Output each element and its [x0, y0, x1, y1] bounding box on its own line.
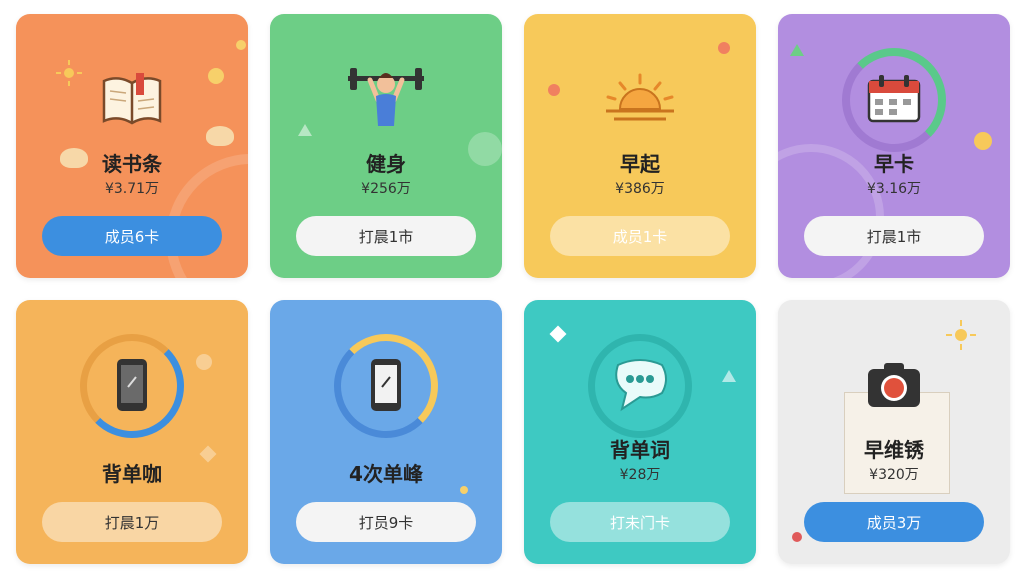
fitness-icon	[331, 44, 441, 154]
dot-decoration	[236, 40, 246, 50]
dot-decoration	[196, 354, 212, 370]
phone-icon	[331, 330, 441, 440]
habit-card-grid: 读书条 ¥3.71万 成员6卡 健身 ¥256万 打晨1市 早起 ¥386万 成…	[0, 0, 1024, 576]
dot-decoration	[548, 84, 560, 96]
sparkle-decoration	[549, 325, 567, 343]
book-icon	[77, 44, 187, 154]
card-action-button[interactable]: 打晨1万	[42, 502, 222, 542]
phone-icon	[77, 330, 187, 440]
triangle-decoration	[298, 124, 312, 136]
habit-card-vocabulary[interactable]: 背单咖 打晨1万	[16, 300, 248, 564]
card-action-button[interactable]: 打晨1市	[296, 216, 476, 256]
habit-card-camera[interactable]: 早维锈 ¥320万 成员3万	[778, 300, 1010, 564]
card-action-button[interactable]: 成员3万	[804, 502, 984, 542]
habit-card-phone[interactable]: 4次单峰 打员9卡	[270, 300, 502, 564]
card-title: 4次单峰	[349, 462, 423, 486]
sunrise-icon	[585, 44, 695, 154]
habit-card-fitness[interactable]: 健身 ¥256万 打晨1市	[270, 14, 502, 278]
card-action-button[interactable]: 打未门卡	[550, 502, 730, 542]
chat-icon	[585, 330, 695, 440]
card-title: 早起	[620, 152, 660, 176]
card-count: ¥3.16万	[866, 181, 922, 197]
habit-card-words[interactable]: 背单词 ¥28万 打未门卡	[524, 300, 756, 564]
card-title: 早维锈	[864, 438, 924, 462]
triangle-decoration	[722, 370, 736, 382]
card-count: ¥28万	[619, 467, 661, 483]
card-action-button[interactable]: 打晨1市	[804, 216, 984, 256]
camera-icon	[839, 330, 949, 440]
card-count: ¥386万	[615, 181, 665, 197]
card-count: ¥320万	[869, 467, 919, 483]
card-title: 读书条	[102, 152, 162, 176]
card-action-button[interactable]: 成员6卡	[42, 216, 222, 256]
sun-sparkle-decoration	[946, 320, 976, 350]
card-count: ¥256万	[361, 181, 411, 197]
card-count: ¥3.71万	[104, 181, 160, 197]
card-title: 早卡	[874, 152, 914, 176]
dot-decoration	[460, 486, 468, 494]
card-title: 背单咖	[102, 462, 162, 486]
card-title: 健身	[366, 152, 406, 176]
card-action-button[interactable]: 成员1卡	[550, 216, 730, 256]
card-action-button[interactable]: 打员9卡	[296, 502, 476, 542]
triangle-decoration	[790, 44, 804, 56]
dot-decoration	[208, 68, 224, 84]
heart-decoration	[792, 532, 802, 542]
calendar-icon	[839, 44, 949, 154]
dot-decoration	[718, 42, 730, 54]
card-title: 背单词	[610, 438, 670, 462]
habit-card-reading[interactable]: 读书条 ¥3.71万 成员6卡	[16, 14, 248, 278]
habit-card-calendar[interactable]: 早卡 ¥3.16万 打晨1市	[778, 14, 1010, 278]
habit-card-early-rise[interactable]: 早起 ¥386万 成员1卡	[524, 14, 756, 278]
cookie-decoration	[206, 126, 234, 146]
